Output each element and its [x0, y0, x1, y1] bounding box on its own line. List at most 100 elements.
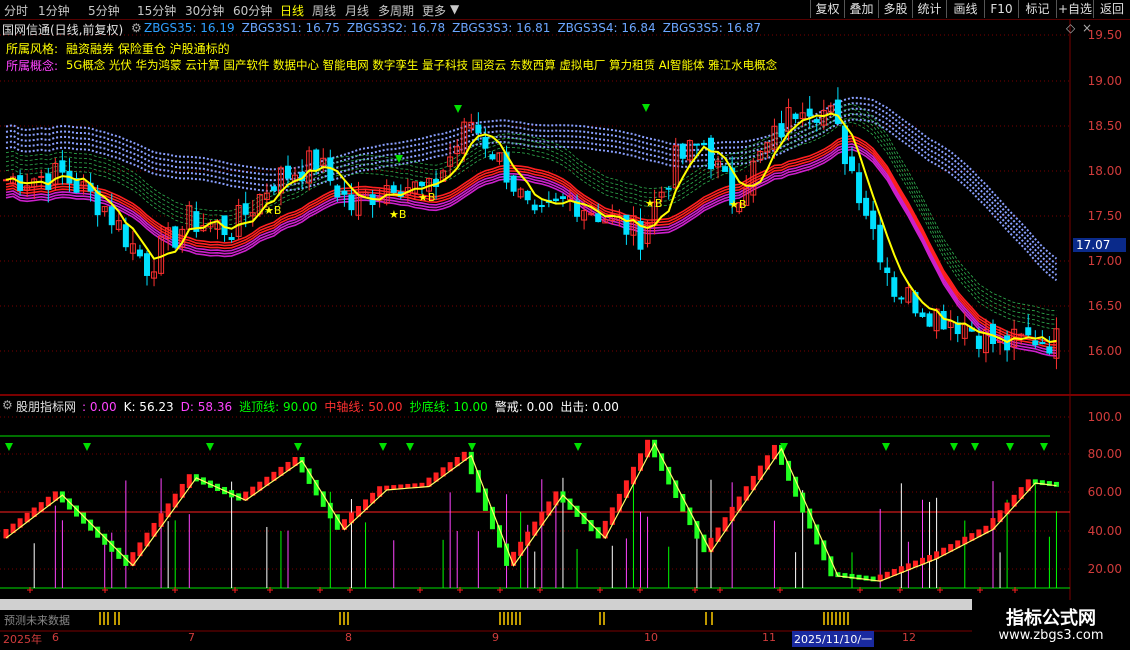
candle-body [38, 175, 45, 178]
f10-button[interactable]: F10 [984, 0, 1018, 18]
price-tick-label: 19.50 [1087, 28, 1122, 42]
period-tab-monthly[interactable]: 月线 [345, 2, 369, 19]
candle-body [877, 224, 884, 263]
price-tick-label: 18.50 [1087, 119, 1122, 133]
candle-body [834, 99, 841, 124]
candle-body [700, 142, 707, 145]
period-tab-daily[interactable]: 日线 [280, 2, 304, 19]
escape-arrow-icon [206, 443, 214, 451]
candle-body [926, 313, 933, 327]
escape-arrow-icon [971, 443, 979, 451]
candle-body [552, 198, 559, 202]
candle-body [595, 213, 602, 223]
restore-rights-button[interactable]: 复权 [810, 0, 844, 18]
sub-indicator-value-7: 出击: 0.00 [560, 400, 619, 414]
k-bar [299, 457, 305, 473]
period-tab-weekly[interactable]: 周线 [312, 2, 336, 19]
candle-body [122, 224, 129, 248]
period-tab-fenshi[interactable]: 分时 [4, 2, 28, 19]
multi-stock-button[interactable]: 多股 [878, 0, 912, 18]
candle-body [1046, 346, 1053, 354]
candle-body [849, 156, 855, 172]
settings-gear-icon[interactable]: ⚙ [131, 21, 142, 35]
period-tab-1min[interactable]: 1分钟 [38, 2, 70, 19]
candle-body [806, 108, 813, 117]
escape-arrow-icon [1040, 443, 1048, 451]
watermark-url: www.zbgs3.com [998, 628, 1104, 643]
date-label-jul: 7 [188, 631, 195, 644]
period-tab-more[interactable]: 更多 [422, 2, 446, 19]
date-label-year: 2025年 [3, 633, 42, 646]
mid-ma-ribbon [5, 117, 1057, 325]
sub-tick-label: 40.00 [1087, 524, 1122, 538]
candle-body [489, 154, 496, 160]
candle-body [59, 160, 66, 173]
period-tab-30min[interactable]: 30分钟 [185, 2, 224, 19]
buy-mark: ★B [389, 208, 406, 221]
candle-body [623, 214, 630, 235]
candle-body [693, 143, 700, 146]
candle-body [334, 185, 341, 198]
price-tick-label: 16.50 [1087, 299, 1122, 313]
price-tick-label: 19.00 [1087, 74, 1122, 88]
expand-diamond-icon[interactable]: ◇ [1066, 21, 1075, 35]
candle-body [870, 210, 877, 230]
future-data-label: 预测未来数据 [4, 614, 70, 627]
sub-settings-gear-icon[interactable]: ⚙ [2, 398, 13, 412]
price-tick-label: 18.00 [1087, 164, 1122, 178]
candle-body [510, 175, 517, 192]
candle-body [792, 113, 799, 120]
candle-body [1025, 327, 1032, 336]
date-label-jun: 6 [52, 631, 59, 644]
mark-button[interactable]: 标记 [1018, 0, 1056, 18]
current-price-tag: 17.07 [1073, 238, 1126, 252]
k-bar [320, 491, 326, 507]
period-tab-60min[interactable]: 60分钟 [233, 2, 272, 19]
escape-arrow-icon [468, 443, 476, 451]
candle-body [482, 136, 489, 149]
watermark-title: 指标公式网 [1006, 608, 1096, 629]
price-tick-label: 16.00 [1087, 344, 1122, 358]
escape-arrow-icon [5, 443, 13, 451]
sub-chart-title: 股朋指标网 [16, 400, 77, 414]
candle-body [898, 297, 905, 300]
back-button[interactable]: 返回 [1093, 0, 1130, 18]
period-tab-15min[interactable]: 15分钟 [137, 2, 176, 19]
candle-body [136, 249, 143, 257]
green-arrow-icon [642, 104, 650, 112]
candle-body [559, 196, 566, 199]
more-dropdown-icon[interactable]: ▼ [450, 2, 459, 16]
price-tick-label: 17.50 [1087, 209, 1122, 223]
date-label-sep: 9 [492, 631, 499, 644]
date-label-oct: 10 [644, 631, 658, 644]
candle-body [348, 194, 355, 211]
escape-arrow-icon [406, 443, 414, 451]
candle-body [531, 204, 538, 211]
candle-body [856, 172, 863, 204]
overlay-button[interactable]: 叠加 [844, 0, 878, 18]
escape-arrow-icon [83, 443, 91, 451]
period-tab-5min[interactable]: 5分钟 [88, 2, 120, 19]
candle-body [813, 119, 820, 123]
indicator-value-5: ZBGS3S5: 16.87 [662, 21, 761, 35]
escape-arrow-icon [379, 443, 387, 451]
period-tab-multi[interactable]: 多周期 [378, 2, 414, 19]
candle-body [863, 197, 870, 216]
add-favorite-button[interactable]: +自选 [1056, 0, 1093, 18]
k-bar [313, 479, 319, 496]
kline-chart-canvas[interactable]: ★B ★B ★B ★B ★B [0, 19, 1130, 650]
top-toolbar: 分时 1分钟 5分钟 15分钟 30分钟 60分钟 日线 周线 月线 多周期 更… [0, 0, 1130, 20]
candle-body [665, 187, 672, 190]
sub-indicator-value-6: 警戒: 0.00 [494, 400, 554, 414]
draw-line-button[interactable]: 画线 [946, 0, 984, 18]
escape-arrow-icon [950, 443, 958, 451]
buy-mark: ★B [645, 197, 662, 210]
mid-ma-ribbon [5, 112, 1057, 321]
statistics-button[interactable]: 统计 [912, 0, 946, 18]
concept-value: 5G概念 光伏 华为鸿蒙 云计算 国产软件 数据中心 智能电网 数字孪生 量子科… [66, 58, 778, 72]
style-label: 所属风格: [6, 42, 59, 56]
candle-body [778, 123, 785, 138]
mid-ma-ribbon [5, 103, 1057, 312]
sub-indicator-value-5: 抄底线: 10.00 [409, 400, 488, 414]
candle-body [108, 206, 115, 226]
